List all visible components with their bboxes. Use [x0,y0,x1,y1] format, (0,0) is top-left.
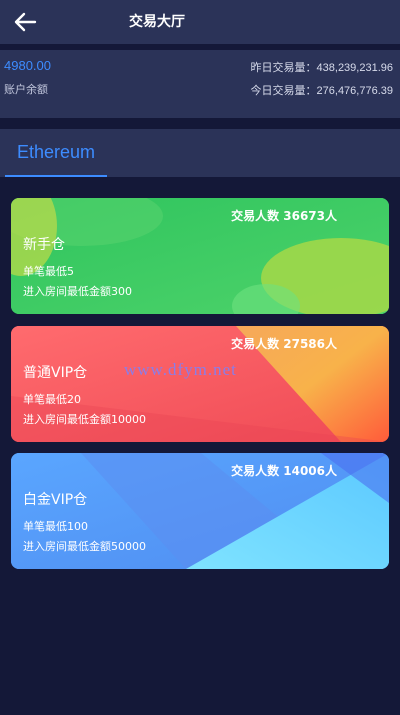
room-min-entry: 进入房间最低金额10000 [23,413,146,426]
room-name: 新手仓 [23,237,65,253]
balance-value: 4980.00 [4,58,51,73]
room-min-bet: 单笔最低5 [23,265,74,278]
room-traders-count: 交易人数 36673人 [231,209,337,223]
balance-label: 账户余额 [4,83,48,96]
watermark-text: www.dfym.net [124,360,237,379]
room-card-vip[interactable]: 交易人数 27586人 普通VIP仓 单笔最低20 进入房间最低金额10000 [11,326,389,442]
page-title: 交易大厅 [129,14,185,30]
room-card-beginner[interactable]: 交易人数 36673人 新手仓 单笔最低5 进入房间最低金额300 [11,198,389,314]
tabs-bar: Ethereum [0,129,400,177]
room-min-entry: 进入房间最低金额300 [23,285,132,298]
tab-ethereum[interactable]: Ethereum [5,129,107,177]
room-traders-count: 交易人数 27586人 [231,337,337,351]
room-name: 白金VIP仓 [23,492,88,508]
balance-panel: 4980.00 账户余额 昨日交易量：438,239,231.96 今日交易量：… [0,50,400,118]
room-min-entry: 进入房间最低金额50000 [23,540,146,553]
today-volume: 今日交易量：276,476,776.39 [250,85,393,97]
room-traders-count: 交易人数 14006人 [231,464,337,478]
room-card-platinum[interactable]: 交易人数 14006人 白金VIP仓 单笔最低100 进入房间最低金额50000 [11,453,389,569]
room-min-bet: 单笔最低100 [23,520,88,533]
room-min-bet: 单笔最低20 [23,393,81,406]
room-name: 普通VIP仓 [23,365,88,381]
header-bar: 交易大厅 [0,0,400,44]
yesterday-volume: 昨日交易量：438,239,231.96 [250,62,393,74]
